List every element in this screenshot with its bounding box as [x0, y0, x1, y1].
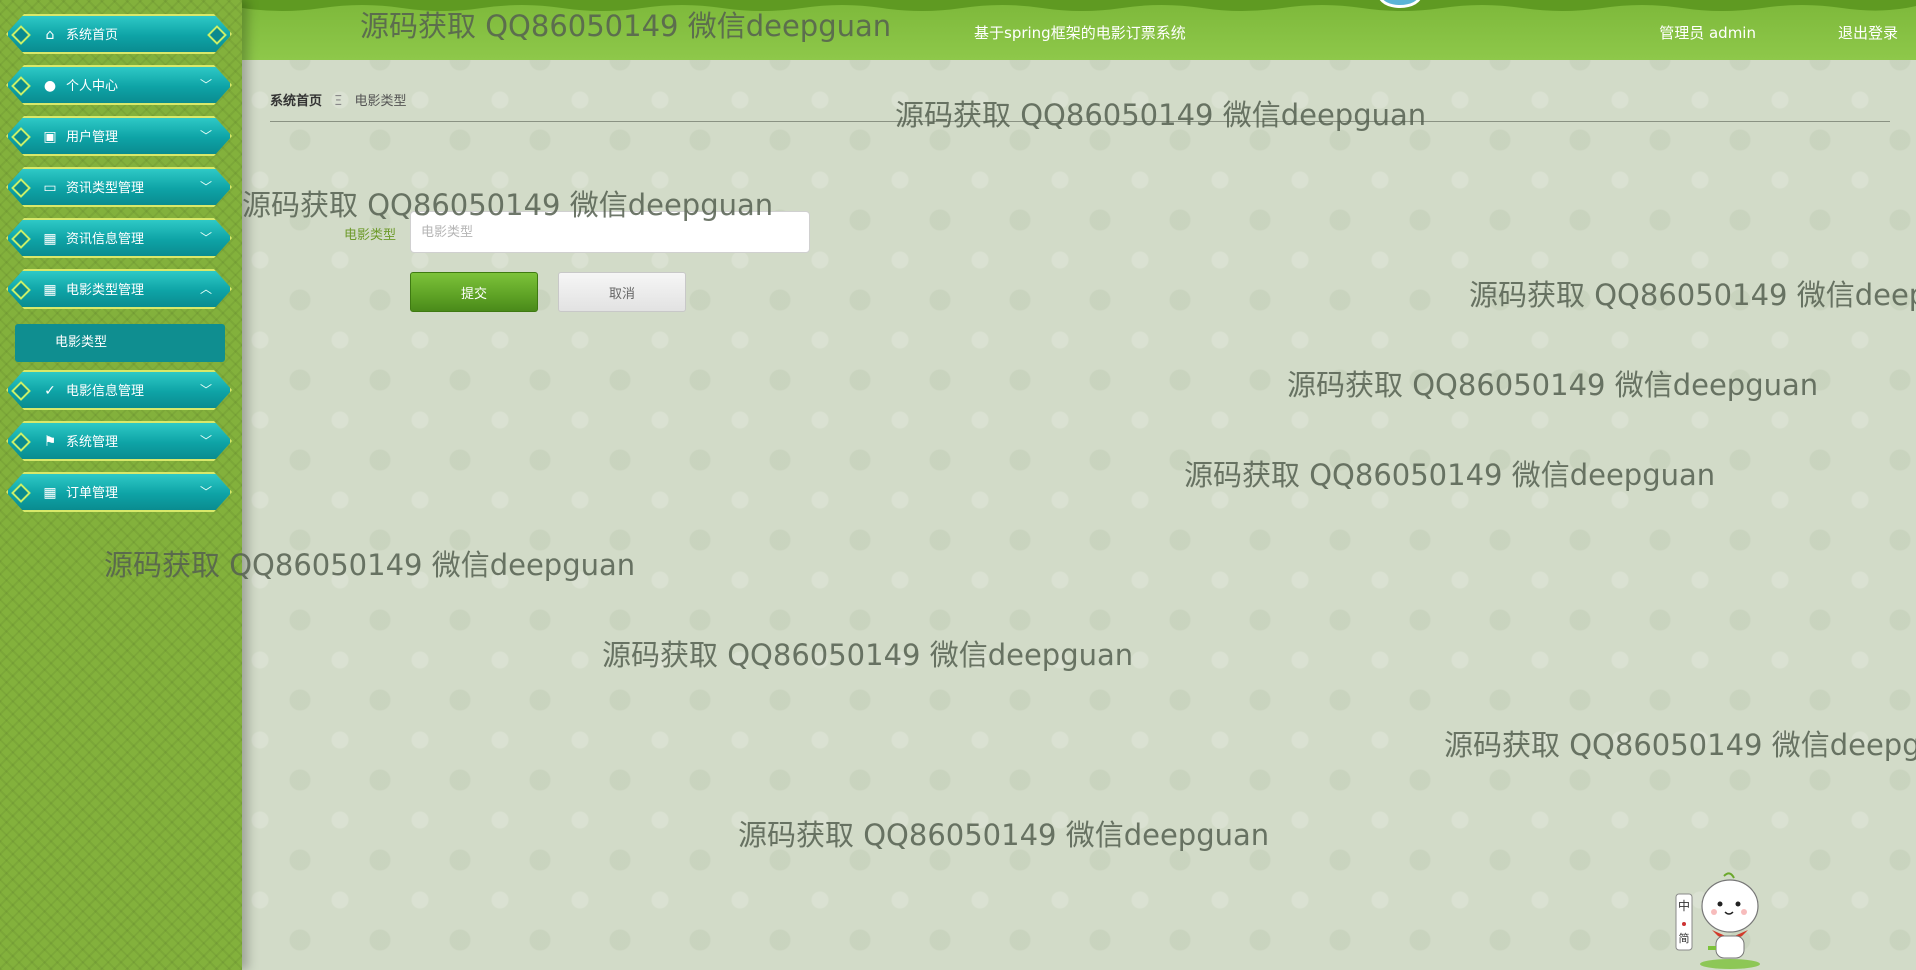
- movie-type-input[interactable]: [410, 211, 810, 253]
- movie-type-label: 电影类型: [344, 228, 397, 243]
- top-header: 基于spring框架的电影订票系统 管理员 admin 退出登录: [242, 0, 1916, 60]
- watermark-text: 源码获取 QQ86050149 微信deepguan: [602, 638, 1134, 672]
- sidebar-item-label: 个人中心: [66, 79, 119, 94]
- diamond-ornament-icon: [207, 25, 227, 45]
- home-icon: ⌂: [45, 27, 55, 43]
- sidebar-item-label: 用户管理: [66, 130, 119, 145]
- monitor-icon: ▭: [43, 180, 57, 196]
- sidebar-item-label: 资讯信息管理: [66, 232, 145, 247]
- sidebar-item-news-info[interactable]: ▦ 资讯信息管理 ﹀: [6, 218, 232, 258]
- svg-text:简: 简: [1679, 931, 1690, 945]
- clipboard-icon: ✓: [44, 383, 56, 399]
- breadcrumb: 系统首页 Ξ 电影类型: [270, 90, 407, 109]
- sidebar-item-home[interactable]: ⌂ 系统首页: [6, 14, 232, 54]
- grid-icon: ▦: [43, 231, 57, 247]
- sidebar-item-users[interactable]: ▣ 用户管理 ﹀: [6, 116, 232, 156]
- chevron-down-icon: ﹀: [199, 129, 212, 143]
- watermark-text: 源码获取 QQ86050149 微信deepguan: [738, 818, 1270, 852]
- sidebar-item-label: 电影类型管理: [66, 283, 145, 298]
- mascot-icon[interactable]: 中 简: [1672, 872, 1772, 970]
- logout-link[interactable]: 退出登录: [1838, 22, 1898, 43]
- chevron-up-icon: ︿: [199, 282, 212, 296]
- sidebar-item-label: 电影信息管理: [66, 384, 145, 399]
- watermark-text: 源码获取 QQ86050149 微信deepguan: [1469, 278, 1916, 312]
- diamond-ornament-icon: [11, 76, 31, 96]
- diamond-ornament-icon: [11, 483, 31, 503]
- chevron-down-icon: ﹀: [199, 180, 212, 194]
- sidebar-item-label: 系统首页: [66, 28, 119, 43]
- flag-icon: ⚑: [43, 434, 57, 450]
- current-user-label: 管理员 admin: [1659, 24, 1756, 42]
- user-icon: ●: [43, 78, 57, 94]
- sidebar-item-system[interactable]: ⚑ 系统管理 ﹀: [6, 421, 232, 461]
- sidebar-item-orders[interactable]: ▦ 订单管理 ﹀: [6, 472, 232, 512]
- sidebar: ⌂ 系统首页 ● 个人中心 ﹀ ▣ 用户管理 ﹀ ▭ 资讯类型管理 ﹀ ▦ 资讯…: [0, 0, 242, 970]
- sidebar-item-label: 资讯类型管理: [66, 181, 145, 196]
- svg-text:中: 中: [1678, 898, 1690, 913]
- breadcrumb-divider: [270, 121, 1890, 122]
- chevron-down-icon: ﹀: [199, 231, 212, 245]
- grid-icon: ▦: [43, 282, 57, 298]
- chevron-down-icon: ﹀: [199, 434, 212, 448]
- sidebar-item-movie-types[interactable]: ▦ 电影类型管理 ︿: [6, 269, 232, 309]
- cancel-button[interactable]: 取消: [558, 272, 686, 312]
- header-wave-decoration: [242, 0, 1916, 11]
- breadcrumb-separator: Ξ: [334, 94, 343, 109]
- breadcrumb-current: 电影类型: [354, 94, 407, 109]
- diamond-ornament-icon: [11, 432, 31, 452]
- chevron-down-icon: ﹀: [199, 485, 212, 499]
- sidebar-item-movie-info[interactable]: ✓ 电影信息管理 ﹀: [6, 370, 232, 410]
- sidebar-subitem-movie-type[interactable]: 电影类型: [15, 324, 225, 362]
- sidebar-item-label: 系统管理: [66, 435, 119, 450]
- chevron-down-icon: ﹀: [199, 78, 212, 92]
- diamond-ornament-icon: [11, 127, 31, 147]
- chevron-down-icon: ﹀: [199, 383, 212, 397]
- diamond-ornament-icon: [11, 280, 31, 300]
- submit-button[interactable]: 提交: [410, 272, 538, 312]
- briefcase-icon: ▣: [43, 129, 57, 145]
- diamond-ornament-icon: [11, 229, 31, 249]
- watermark-text: 源码获取 QQ86050149 微信deepguan: [1287, 368, 1819, 402]
- grid-icon: ▦: [43, 485, 57, 501]
- watermark-text: 源码获取 QQ86050149 微信deepguan: [1184, 458, 1716, 492]
- diamond-ornament-icon: [11, 381, 31, 401]
- watermark-text: 源码获取 QQ86050149 微信deepguan: [1444, 728, 1916, 762]
- breadcrumb-home[interactable]: 系统首页: [270, 94, 322, 109]
- sidebar-item-profile[interactable]: ● 个人中心 ﹀: [6, 65, 232, 105]
- app-title: 基于spring框架的电影订票系统: [974, 24, 1186, 42]
- watermark-text: 源码获取 QQ86050149 微信deepguan: [895, 98, 1427, 132]
- sidebar-item-label: 订单管理: [66, 486, 119, 501]
- sidebar-item-news-types[interactable]: ▭ 资讯类型管理 ﹀: [6, 167, 232, 207]
- diamond-ornament-icon: [11, 178, 31, 198]
- diamond-ornament-icon: [11, 25, 31, 45]
